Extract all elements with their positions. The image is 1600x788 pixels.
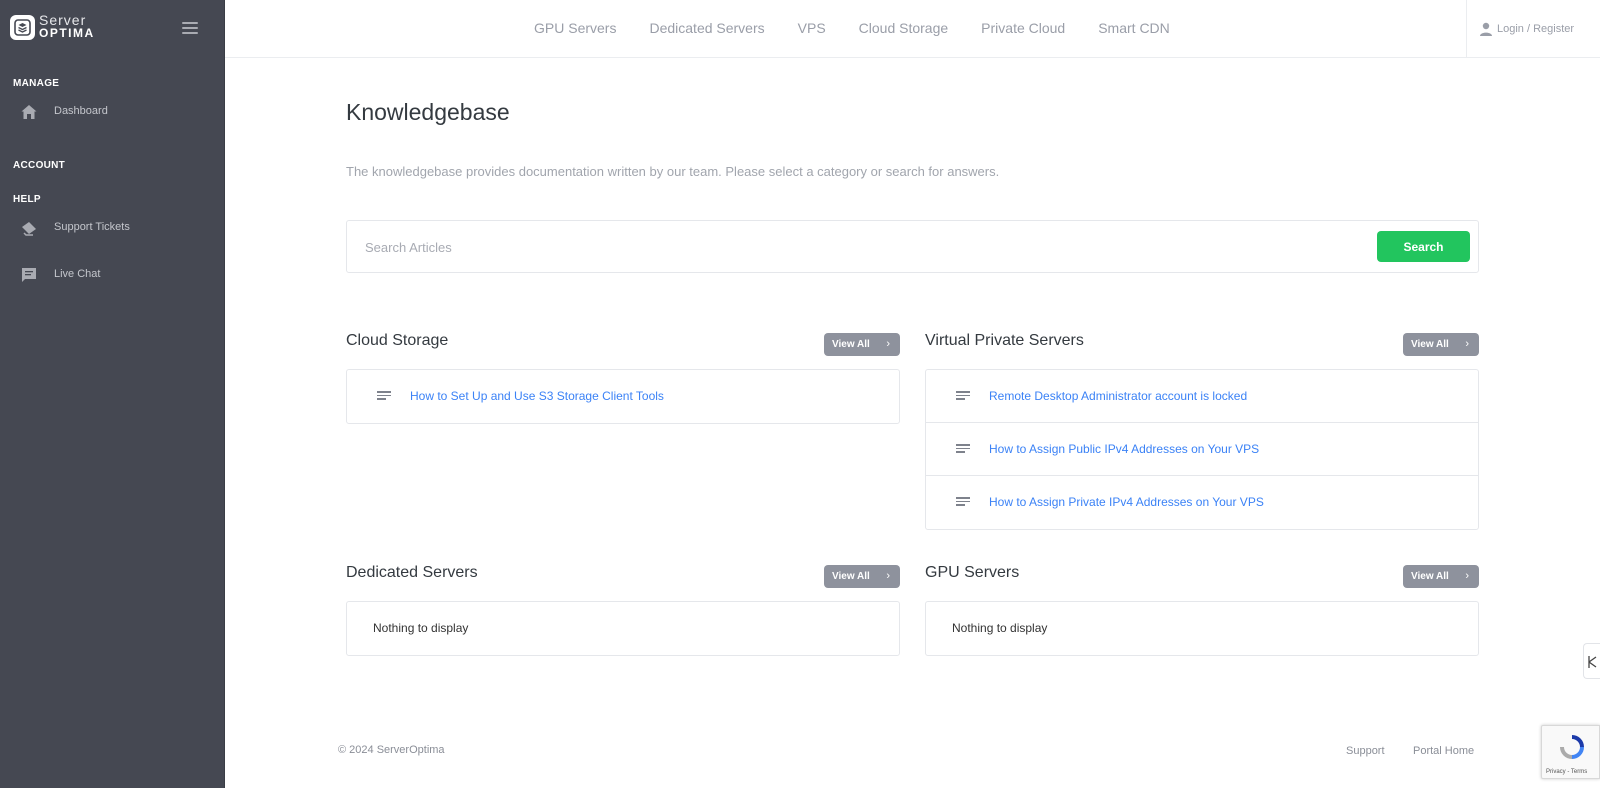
sidebar-item-label: Dashboard: [54, 105, 108, 117]
view-all-gpu-servers-button[interactable]: View All ›: [1403, 565, 1479, 588]
ticket-icon: [22, 222, 36, 236]
category-title-cloud-storage: Cloud Storage: [346, 332, 449, 349]
category-card-cloud-storage: How to Set Up and Use S3 Storage Client …: [346, 369, 900, 424]
category-card-dedicated-servers: Nothing to display: [346, 601, 900, 656]
view-all-cloud-storage-button[interactable]: View All ›: [824, 333, 900, 356]
category-card-gpu-servers: Nothing to display: [925, 601, 1479, 656]
home-icon: [21, 105, 37, 119]
sidebar: Server OPTIMA MANAGE Dashboard ACCOUNT H…: [0, 0, 225, 788]
article-link[interactable]: How to Set Up and Use S3 Storage Client …: [410, 389, 664, 403]
login-register-link[interactable]: Login / Register: [1466, 0, 1600, 58]
chevron-right-icon: ›: [886, 570, 890, 582]
view-all-vps-button[interactable]: View All ›: [1403, 333, 1479, 356]
footer-copyright: © 2024 ServerOptima: [338, 744, 445, 756]
article-link[interactable]: How to Assign Private IPv4 Addresses on …: [989, 495, 1264, 509]
nav-vps[interactable]: VPS: [798, 20, 826, 36]
sidebar-item-live-chat[interactable]: Live Chat: [0, 257, 224, 293]
resize-icon: [1588, 656, 1597, 668]
category-title-dedicated-servers: Dedicated Servers: [346, 564, 478, 581]
nav-dedicated-servers[interactable]: Dedicated Servers: [649, 20, 764, 36]
server-stack-icon: [10, 14, 35, 40]
sidebar-item-label: Live Chat: [54, 268, 101, 280]
search-button[interactable]: Search: [1377, 231, 1470, 262]
document-lines-icon: [956, 391, 970, 402]
section-label-manage: MANAGE: [13, 78, 60, 89]
main-nav: GPU Servers Dedicated Servers VPS Cloud …: [534, 20, 1170, 36]
chevron-right-icon: ›: [886, 338, 890, 350]
view-all-label: View All: [1411, 571, 1449, 582]
empty-state-text: Nothing to display: [373, 621, 469, 635]
nav-private-cloud[interactable]: Private Cloud: [981, 20, 1065, 36]
section-label-help: HELP: [13, 194, 41, 205]
nav-smart-cdn[interactable]: Smart CDN: [1098, 20, 1170, 36]
sidebar-item-dashboard[interactable]: Dashboard: [0, 94, 224, 130]
article-row[interactable]: How to Set Up and Use S3 Storage Client …: [347, 370, 899, 423]
view-all-label: View All: [1411, 339, 1449, 350]
recaptcha-privacy-terms: Privacy - Terms: [1546, 769, 1588, 775]
nav-gpu-servers[interactable]: GPU Servers: [534, 20, 616, 36]
view-all-dedicated-servers-button[interactable]: View All ›: [824, 565, 900, 588]
category-title-vps: Virtual Private Servers: [925, 332, 1084, 349]
sidebar-item-label: Support Tickets: [54, 221, 130, 233]
empty-row: Nothing to display: [347, 602, 899, 655]
view-all-label: View All: [832, 339, 870, 350]
document-lines-icon: [956, 444, 970, 455]
recaptcha-icon: [1560, 735, 1584, 759]
top-navigation-bar: GPU Servers Dedicated Servers VPS Cloud …: [225, 0, 1600, 58]
sidebar-item-support-tickets[interactable]: Support Tickets: [0, 210, 224, 246]
footer-link-portal-home[interactable]: Portal Home: [1413, 745, 1474, 757]
menu-toggle-icon[interactable]: [182, 22, 198, 34]
document-lines-icon: [956, 497, 970, 508]
category-card-vps: Remote Desktop Administrator account is …: [925, 369, 1479, 530]
footer-link-support[interactable]: Support: [1346, 745, 1385, 757]
page-description: The knowledgebase provides documentation…: [346, 164, 1000, 179]
page-title: Knowledgebase: [346, 99, 510, 125]
chevron-right-icon: ›: [1465, 338, 1469, 350]
chat-icon: [22, 268, 36, 282]
document-lines-icon: [377, 391, 391, 402]
brand-logo[interactable]: Server OPTIMA: [10, 13, 95, 40]
article-row[interactable]: How to Assign Public IPv4 Addresses on Y…: [926, 423, 1478, 476]
login-register-label: Login / Register: [1497, 23, 1575, 35]
recaptcha-badge[interactable]: Privacy - Terms: [1541, 725, 1600, 779]
search-input[interactable]: [365, 233, 1315, 261]
user-icon: [1480, 22, 1492, 36]
article-row[interactable]: Remote Desktop Administrator account is …: [926, 370, 1478, 423]
brand-name-bottom: OPTIMA: [39, 26, 95, 40]
side-feedback-tab[interactable]: [1583, 643, 1600, 679]
section-label-account: ACCOUNT: [13, 160, 66, 171]
article-link[interactable]: How to Assign Public IPv4 Addresses on Y…: [989, 442, 1259, 456]
search-form: Search: [346, 220, 1479, 273]
article-link[interactable]: Remote Desktop Administrator account is …: [989, 389, 1247, 403]
empty-state-text: Nothing to display: [952, 621, 1048, 635]
category-title-gpu-servers: GPU Servers: [925, 564, 1020, 581]
chevron-right-icon: ›: [1465, 570, 1469, 582]
nav-cloud-storage[interactable]: Cloud Storage: [859, 20, 949, 36]
article-row[interactable]: How to Assign Private IPv4 Addresses on …: [926, 476, 1478, 529]
empty-row: Nothing to display: [926, 602, 1478, 655]
view-all-label: View All: [832, 571, 870, 582]
